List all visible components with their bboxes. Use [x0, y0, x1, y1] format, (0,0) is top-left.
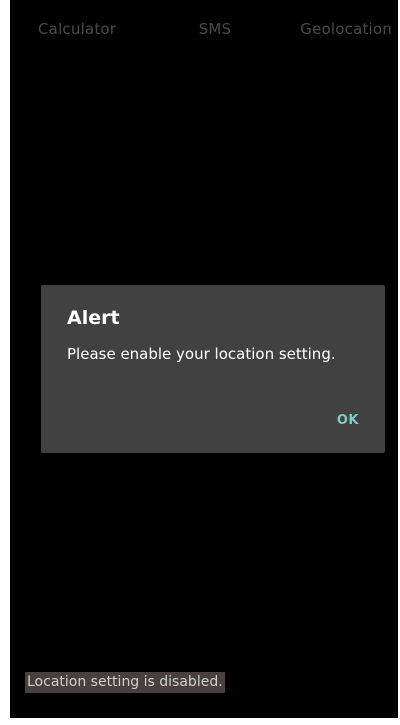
tab-calculator[interactable]: Calculator — [10, 20, 160, 38]
app-screen: Calculator SMS Geolocation Alert Please … — [10, 0, 398, 718]
dialog-message: Please enable your location setting. — [67, 345, 336, 363]
tab-bar: Calculator SMS Geolocation — [10, 0, 398, 58]
tab-sms[interactable]: SMS — [160, 20, 271, 38]
ok-button[interactable]: OK — [337, 413, 359, 428]
alert-dialog: Alert Please enable your location settin… — [41, 285, 385, 453]
tab-geolocation[interactable]: Geolocation — [270, 20, 398, 38]
dialog-title: Alert — [67, 307, 120, 329]
location-status-text: Location setting is disabled. — [25, 672, 225, 693]
